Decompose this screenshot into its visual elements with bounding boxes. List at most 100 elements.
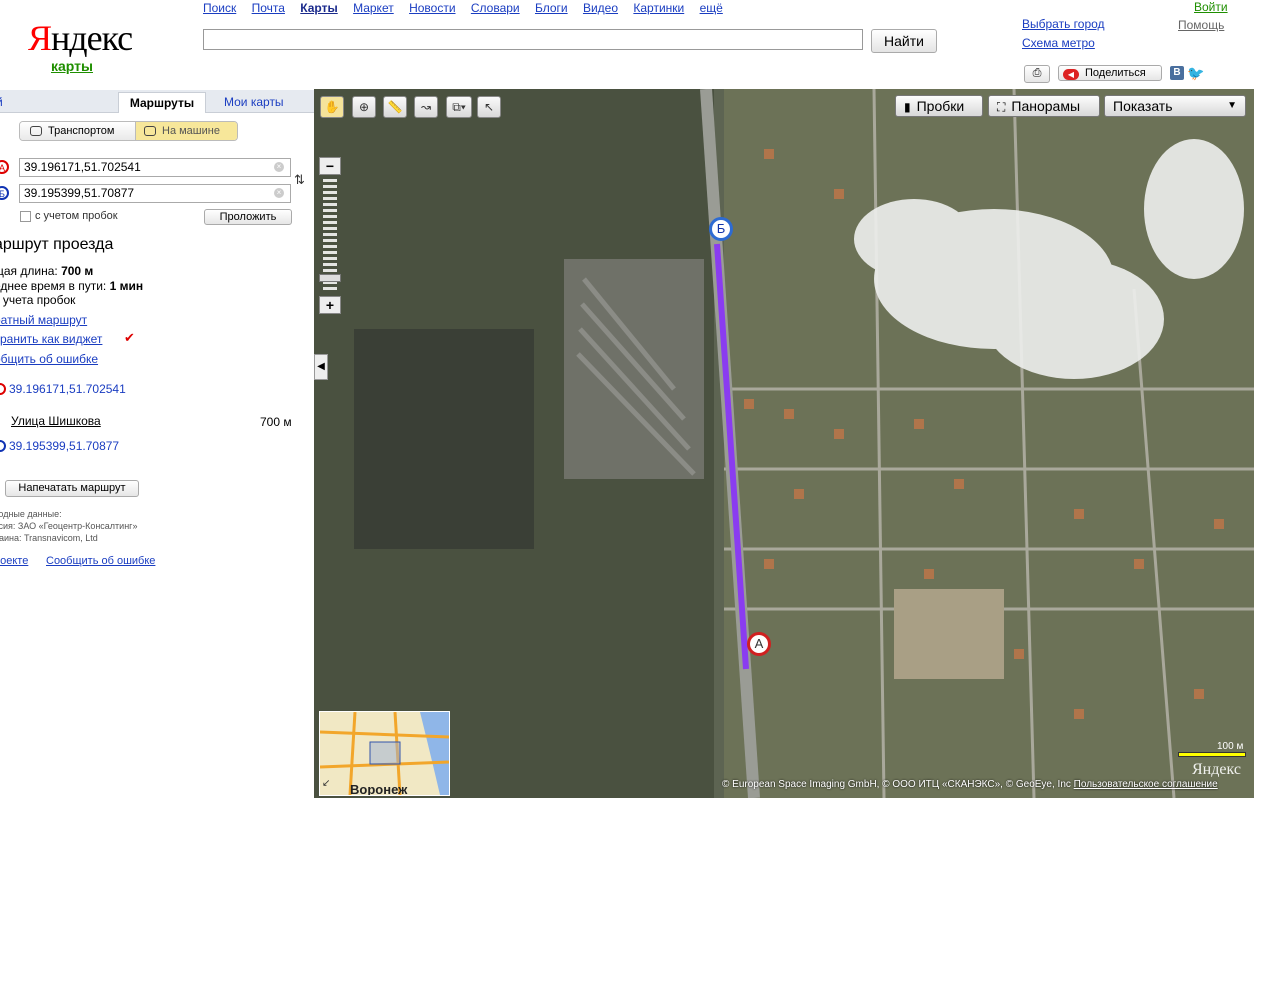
ruler-icon: 📏 xyxy=(387,100,403,114)
total-length: щая длина: 700 м xyxy=(0,264,93,278)
print-route-button[interactable]: Напечатать маршрут xyxy=(5,480,139,497)
zoom-in-button[interactable]: + xyxy=(319,296,341,314)
nav-mail[interactable]: Почта xyxy=(252,1,285,15)
metro-map-link[interactable]: Схема метро xyxy=(1022,36,1095,50)
copyright-text: © European Space Imaging GmbH, © ООО ИТЦ… xyxy=(722,779,1071,790)
vk-icon[interactable]: B xyxy=(1170,66,1184,80)
search-input[interactable] xyxy=(203,29,863,50)
route-step-end-label: 39.195399,51.70877 xyxy=(9,439,120,453)
magnifier-icon: ⊕ xyxy=(358,100,370,114)
choose-city-link[interactable]: Выбрать город xyxy=(1022,17,1105,31)
layers-icon: ⧉▾ xyxy=(452,100,466,114)
traffic-button[interactable]: ▮ Пробки xyxy=(895,95,983,117)
report-error-link-footer[interactable]: Сообщить об ошибке xyxy=(46,555,155,567)
route-tool[interactable]: ↝ xyxy=(414,96,438,118)
route-step-end[interactable]: 39.195399,51.70877 xyxy=(0,439,119,453)
reverse-route-link[interactable]: ратный маршрут xyxy=(0,313,87,327)
tab-routes[interactable]: Маршруты xyxy=(118,92,206,113)
route-step-start-label: 39.196171,51.702541 xyxy=(9,382,126,396)
zoom-slider-handle[interactable] xyxy=(319,274,341,282)
panorama-button-label: Панорамы xyxy=(1011,98,1081,114)
top-navigation: Поиск Почта Карты Маркет Новости Словари… xyxy=(203,1,735,15)
zoom-out-button[interactable]: − xyxy=(319,157,341,175)
clear-b-icon[interactable]: × xyxy=(274,188,284,198)
minimap-resize-icon[interactable]: ↙ xyxy=(322,778,330,789)
point-b-marker: Б xyxy=(0,186,9,200)
logo-text: Яндекс xyxy=(28,18,133,58)
report-error-link[interactable]: общить об ошибке xyxy=(0,352,98,366)
route-start-pin[interactable]: A xyxy=(747,632,771,656)
route-end-pin[interactable]: Б xyxy=(709,217,733,241)
megaphone-icon: ◀ xyxy=(1063,69,1079,80)
point-b-value: 39.195399,51.70877 xyxy=(24,186,135,200)
logo-maps-link[interactable]: карты xyxy=(51,58,93,74)
printer-icon: ⎙ xyxy=(1032,67,1042,79)
nav-images[interactable]: Картинки xyxy=(633,1,684,15)
user-agreement-link[interactable]: Пользовательское соглашение xyxy=(1074,779,1218,790)
layers-tool[interactable]: ⧉▾ xyxy=(446,96,472,118)
traffic-checkbox[interactable] xyxy=(20,211,31,222)
collapse-panel-button[interactable]: ◀ xyxy=(314,354,328,380)
satellite-map[interactable]: ✋ ⊕ 📏 ↝ ⧉▾ ↖ − + ◀ ▮ Пробки ⛶ Панорамы Пок… xyxy=(314,89,1254,798)
without-traffic-note: з учета пробок xyxy=(0,293,76,307)
nav-more[interactable]: ещё xyxy=(700,1,723,15)
show-layer-dropdown[interactable]: Показать ▼ xyxy=(1104,95,1246,117)
tab-my-maps[interactable]: Мои карты xyxy=(224,95,284,109)
select-icon: ↖ xyxy=(483,100,495,114)
scale-label: 100 м xyxy=(1217,741,1244,752)
twitter-icon[interactable]: 🐦 xyxy=(1187,65,1205,81)
satellite-imagery xyxy=(314,89,1254,798)
search-button[interactable]: Найти xyxy=(871,29,937,53)
nav-market[interactable]: Маркет xyxy=(353,1,394,15)
total-length-label: щая длина: xyxy=(0,264,58,278)
tab-search[interactable]: й xyxy=(0,95,3,109)
source-data-label: ходные данные: xyxy=(0,509,62,519)
source-data-line: ссия: ЗАО «Геоцентр-Консалтинг» xyxy=(0,521,138,531)
clear-a-icon[interactable]: × xyxy=(274,162,284,172)
checkmark-icon: ✔ xyxy=(124,330,135,345)
source-data-line: раина: Transnavicom, Ltd xyxy=(0,533,98,543)
point-b-input[interactable]: 39.195399,51.70877 × xyxy=(19,184,291,203)
traffic-checkbox-label: с учетом пробок xyxy=(35,210,118,222)
select-tool[interactable]: ↖ xyxy=(477,96,501,118)
route-step-street[interactable]: Улица Шишкова xyxy=(11,414,101,428)
save-widget-link[interactable]: хранить как виджет xyxy=(0,332,102,346)
nav-video[interactable]: Видео xyxy=(583,1,618,15)
print-button[interactable]: ⎙ xyxy=(1024,65,1050,83)
help-link[interactable]: Помощь xyxy=(1178,18,1224,32)
share-button[interactable]: ◀ Поделиться xyxy=(1058,65,1162,81)
zoom-area-tool[interactable]: ⊕ xyxy=(352,96,376,118)
nav-maps[interactable]: Карты xyxy=(300,1,337,15)
transport-mode-switch: Транспортом На машине xyxy=(19,121,238,141)
nav-news[interactable]: Новости xyxy=(409,1,455,15)
login-link[interactable]: Войти xyxy=(1194,0,1228,14)
nav-blogs[interactable]: Блоги xyxy=(535,1,568,15)
point-a-input[interactable]: 39.196171,51.702541 × xyxy=(19,158,291,177)
about-project-link[interactable]: роекте xyxy=(0,555,28,567)
average-time: еднее время в пути: 1 мин xyxy=(0,279,143,293)
build-route-button[interactable]: Проложить xyxy=(204,209,292,225)
route-title: аршрут проезда xyxy=(0,236,114,253)
nav-search[interactable]: Поиск xyxy=(203,1,236,15)
mode-transport-label: Транспортом xyxy=(48,125,115,137)
hand-tool[interactable]: ✋ xyxy=(320,96,344,118)
yandex-logo[interactable]: Яндекс карты xyxy=(28,18,138,78)
show-dropdown-label: Показать xyxy=(1113,98,1173,114)
nav-dictionaries[interactable]: Словари xyxy=(471,1,520,15)
overview-minimap[interactable]: ↙ Воронеж xyxy=(319,711,450,796)
zoom-control: − + xyxy=(319,157,341,315)
route-step-start[interactable]: 39.196171,51.702541 xyxy=(0,382,126,396)
mode-car[interactable]: На машине xyxy=(135,122,237,140)
route-step-distance: 700 м xyxy=(260,415,292,429)
swap-points-icon[interactable]: ⇅ xyxy=(294,172,305,188)
ruler-tool[interactable]: 📏 xyxy=(383,96,407,118)
panel-tabs: й Маршруты Мои карты xyxy=(0,90,314,113)
traffic-button-label: Пробки xyxy=(916,98,965,114)
bus-icon xyxy=(30,126,42,136)
route-icon: ↝ xyxy=(420,100,432,114)
panorama-button[interactable]: ⛶ Панорамы xyxy=(988,95,1100,117)
minimap-city-label: Воронеж xyxy=(350,782,408,796)
mode-public-transport[interactable]: Транспортом xyxy=(20,122,135,140)
panorama-icon: ⛶ xyxy=(997,100,1006,114)
start-point-icon xyxy=(0,383,6,395)
